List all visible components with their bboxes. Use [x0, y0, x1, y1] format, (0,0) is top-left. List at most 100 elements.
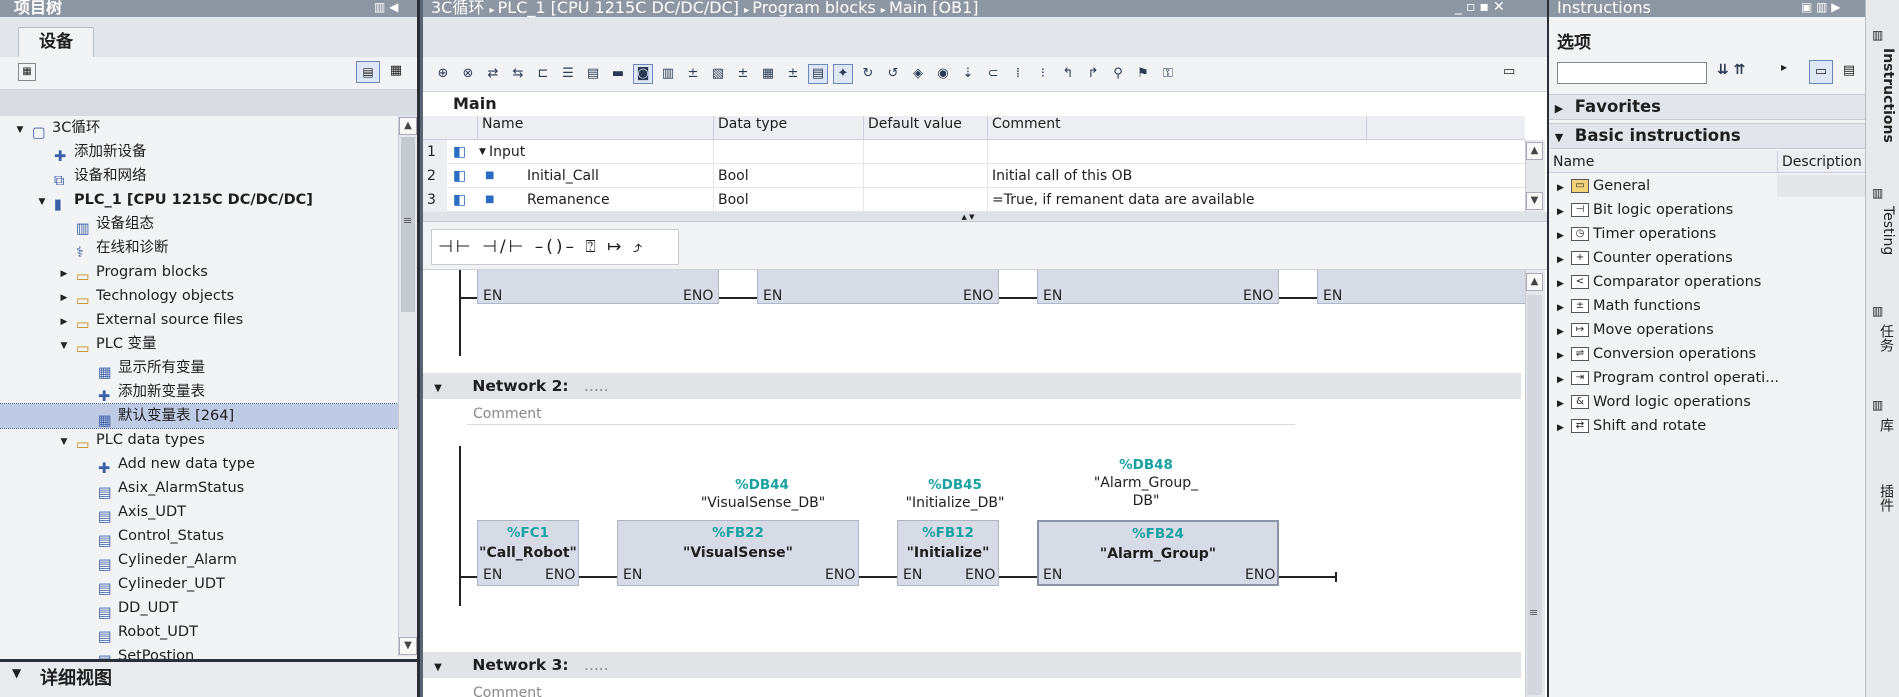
interface-row[interactable]: 1 ◧ Input ▼: [423, 140, 1525, 164]
tab-libraries[interactable]: 库: [1870, 418, 1896, 432]
chevron-down-icon[interactable]: ▼: [14, 118, 26, 142]
open-branch-icon[interactable]: ↦: [607, 237, 624, 257]
chevron-right-icon[interactable]: ▶: [1557, 392, 1571, 416]
interface-cell-name[interactable]: Remanence: [477, 188, 713, 212]
instruction-folder[interactable]: ▶ ▭ General: [1549, 174, 1865, 198]
instruction-folder[interactable]: ▶ ⇥ Program control operati...: [1549, 366, 1865, 390]
chevron-right-icon[interactable]: ▶: [1557, 344, 1571, 368]
instruction-folder[interactable]: ▶ ⇄ Shift and rotate: [1549, 414, 1865, 438]
tree-item[interactable]: ✚ 添加新设备: [0, 140, 400, 165]
insert-network-icon[interactable]: ⊕: [433, 64, 453, 84]
favorites-header[interactable]: ▶ Favorites: [1549, 94, 1865, 120]
favorites-toolbar-icon[interactable]: ✦: [833, 64, 853, 84]
tree-item[interactable]: ▶ ▭ Program blocks: [0, 260, 400, 286]
chevron-right-icon[interactable]: ▶: [58, 286, 70, 310]
tree-item[interactable]: ▤ Cylineder_UDT: [0, 572, 400, 597]
tree-view-icon[interactable]: ▤: [356, 61, 380, 83]
network-3-comment[interactable]: Comment: [467, 682, 1167, 697]
toolbar-icon-3[interactable]: ⇄: [483, 64, 503, 84]
tree-item[interactable]: ⚕ 在线和诊断: [0, 236, 400, 261]
interface-cell-type[interactable]: [713, 140, 863, 164]
col-comment[interactable]: Comment: [987, 116, 1367, 140]
chevron-down-icon[interactable]: ▼: [58, 430, 70, 454]
interface-cell-name[interactable]: Input: [477, 140, 713, 164]
details-view-title[interactable]: 详细视图: [40, 664, 112, 690]
chevron-right-icon[interactable]: ▶: [1557, 176, 1571, 200]
chevron-down-icon[interactable]: ▼: [479, 140, 486, 164]
basic-instructions-header[interactable]: ▼ Basic instructions: [1549, 123, 1865, 149]
tree-item[interactable]: ⧉ 设备和网络: [0, 164, 400, 189]
instruction-folder[interactable]: ▶ < Comparator operations: [1549, 270, 1865, 294]
instruction-folder[interactable]: ▶ + Counter operations: [1549, 246, 1865, 270]
breadcrumb-main[interactable]: Main [OB1]: [889, 0, 979, 17]
chevron-right-icon[interactable]: ▶: [1557, 368, 1571, 392]
interface-cell-comment[interactable]: [987, 140, 1367, 164]
tree-item[interactable]: ▤ Robot_UDT: [0, 620, 400, 645]
interface-row[interactable]: 3 ◧ Remanence Bool =True, if remanent data a…: [423, 188, 1525, 212]
close-networks-icon[interactable]: ▤: [583, 64, 603, 84]
comments-icon[interactable]: ◙: [633, 64, 653, 84]
interface-cell-comment[interactable]: =True, if remanent data are available: [987, 188, 1367, 212]
toolbar-icon-12[interactable]: ▧: [708, 64, 728, 84]
tree-overview-icon[interactable]: ▦: [18, 63, 36, 81]
search-prev-next-icon[interactable]: ⇊ ⇈: [1717, 62, 1777, 84]
interface-cell-default[interactable]: [863, 164, 987, 188]
no-contact-icon[interactable]: ⊣⊢: [438, 237, 474, 257]
chevron-down-icon[interactable]: ▼: [58, 334, 70, 358]
toolbar-icon-18[interactable]: ↻: [858, 64, 878, 84]
tree-item[interactable]: ▼ ▮ PLC_1 [CPU 1215C DC/DC/DC]: [0, 188, 400, 213]
toolbar-icon-20[interactable]: ◈: [908, 64, 928, 84]
tree-add-icon[interactable]: ▦: [384, 61, 408, 83]
instruction-folder[interactable]: ▶ ↦ Move operations: [1549, 318, 1865, 342]
toolbar-icon-24[interactable]: ⁞: [1008, 64, 1028, 84]
toolbar-icon-11[interactable]: ±: [683, 64, 703, 84]
toolbar-icon-25[interactable]: ⁝: [1033, 64, 1053, 84]
interface-row[interactable]: 2 ◧ Initial_Call Bool Initial call of this O…: [423, 164, 1525, 188]
chevron-right-icon[interactable]: ▶: [1557, 200, 1571, 224]
interface-cell-default[interactable]: [863, 140, 987, 164]
toolbar-icon-10[interactable]: ▥: [658, 64, 678, 84]
coil-icon[interactable]: –()–: [535, 237, 577, 257]
code-scroll-up[interactable]: ▲: [1526, 273, 1543, 291]
delete-network-icon[interactable]: ⊗: [458, 64, 478, 84]
toolbar-icon-21[interactable]: ◉: [933, 64, 953, 84]
toolbar-icon-5[interactable]: ⊏: [533, 64, 553, 84]
col-default-value[interactable]: Default value: [863, 116, 987, 140]
breadcrumb-project[interactable]: 3C循环: [431, 0, 484, 17]
tree-scroll-down[interactable]: ▼: [399, 637, 417, 655]
toolbar-icon-14[interactable]: ▦: [758, 64, 778, 84]
col-instruction-name[interactable]: Name: [1553, 151, 1594, 173]
tree-item[interactable]: ▦ 显示所有变量: [0, 356, 400, 381]
tree-item[interactable]: ▤ DD_UDT: [0, 596, 400, 621]
toolbar-icon-27[interactable]: ↱: [1083, 64, 1103, 84]
chevron-down-icon[interactable]: ▼: [423, 376, 453, 402]
tab-instructions[interactable]: Instructions: [1870, 48, 1896, 143]
toolbar-icon-23[interactable]: ⊂: [983, 64, 1003, 84]
nc-contact-icon[interactable]: ⊣/⊢: [482, 237, 526, 257]
chevron-down-icon[interactable]: ▼: [12, 666, 21, 680]
chevron-right-icon[interactable]: ▶: [1557, 320, 1571, 344]
panel-pin-icon[interactable]: ▣ ▥ ▶: [1801, 0, 1865, 17]
tree-item[interactable]: ▤ Control_Status: [0, 524, 400, 549]
instruction-folder[interactable]: ▶ ◷ Timer operations: [1549, 222, 1865, 246]
block-visualsense[interactable]: %FB22 "VisualSense": [617, 520, 859, 586]
view-mode-list-icon[interactable]: ▤: [1837, 60, 1861, 84]
chevron-right-icon[interactable]: ▶: [58, 262, 70, 286]
chevron-down-icon[interactable]: ▼: [423, 655, 453, 681]
network-3-header[interactable]: ▼ Network 3: .....: [423, 652, 1521, 678]
open-networks-icon[interactable]: ☰: [558, 64, 578, 84]
toolbar-icon-19[interactable]: ↺: [883, 64, 903, 84]
window-controls[interactable]: _▫▪✕: [1455, 0, 1545, 17]
interface-scroll-up[interactable]: ▲: [1526, 142, 1543, 160]
interface-cell-name[interactable]: Initial_Call: [477, 164, 713, 188]
toolbar-icon-30[interactable]: ⚿: [1158, 64, 1178, 84]
tree-item[interactable]: ▼ ▢ 3C循环: [0, 116, 400, 142]
chevron-right-icon[interactable]: ▶: [1557, 248, 1571, 272]
network-2-comment[interactable]: Comment: [467, 403, 1295, 425]
view-mode-icon[interactable]: ▭: [1809, 60, 1833, 84]
tree-item[interactable]: ▥ 设备组态: [0, 212, 400, 237]
toolbar-icon-4[interactable]: ⇆: [508, 64, 528, 84]
tree-item[interactable]: ✚ Add new data type: [0, 452, 400, 477]
tree-item[interactable]: ▶ ▭ Technology objects: [0, 284, 400, 310]
col-name[interactable]: Name: [477, 116, 713, 140]
